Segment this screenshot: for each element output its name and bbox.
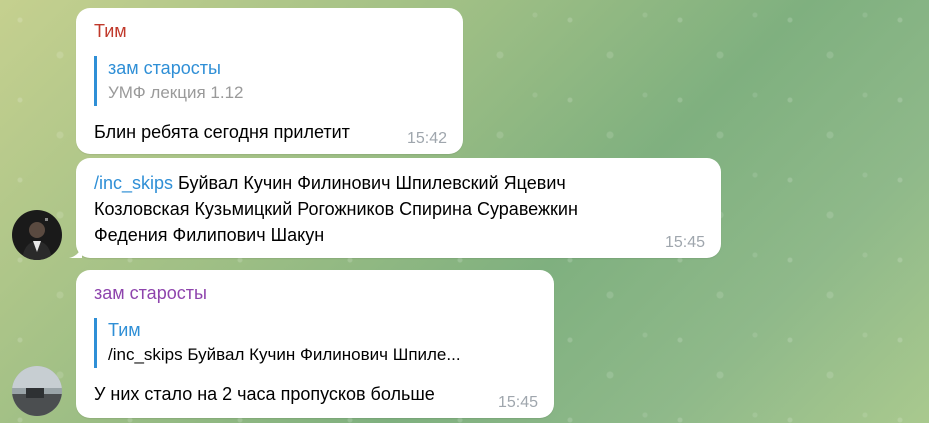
avatar[interactable]	[12, 210, 62, 260]
message-bubble-3[interactable]: зам старосты Тим /inc_skips Буйвал Кучин…	[76, 270, 554, 418]
command-link[interactable]: /inc_skips	[94, 173, 173, 193]
message-bubble-1[interactable]: Тим зам старосты УМФ лекция 1.12 Блин ре…	[76, 8, 463, 154]
sender-name[interactable]: Тим	[94, 20, 445, 42]
message-text: У них стало на 2 часа пропусков больше	[94, 384, 435, 404]
message-text: Блин ребята сегодня прилетит	[94, 122, 350, 142]
message-text-line3: Федения Филипович Шакун	[94, 225, 325, 245]
message-time: 15:42	[406, 130, 447, 147]
message-time: 15:45	[497, 394, 538, 411]
message-time: 15:45	[664, 234, 705, 251]
reply-text: /inc_skips Буйвал Кучин Филинович Шпиле.…	[108, 345, 461, 364]
reply-quote[interactable]: Тим /inc_skips Буйвал Кучин Филинович Шп…	[94, 318, 536, 368]
reply-text: УМФ лекция 1.12	[108, 83, 244, 102]
reply-quote[interactable]: зам старосты УМФ лекция 1.12	[94, 56, 445, 106]
message-bubble-2[interactable]: /inc_skips Буйвал Кучин Филинович Шпилев…	[66, 158, 721, 258]
reply-author: Тим	[108, 320, 141, 340]
message-text: /inc_skips Буйвал Кучин Филинович Шпилев…	[94, 170, 703, 196]
reply-author: зам старосты	[108, 58, 221, 78]
message-text-line1: Буйвал Кучин Филинович Шпилевский Яцевич	[173, 173, 566, 193]
sender-name[interactable]: зам старосты	[94, 282, 536, 304]
avatar[interactable]	[12, 366, 62, 416]
message-text-line2: Козловская Кузьмицкий Рогожников Спирина…	[94, 199, 578, 219]
